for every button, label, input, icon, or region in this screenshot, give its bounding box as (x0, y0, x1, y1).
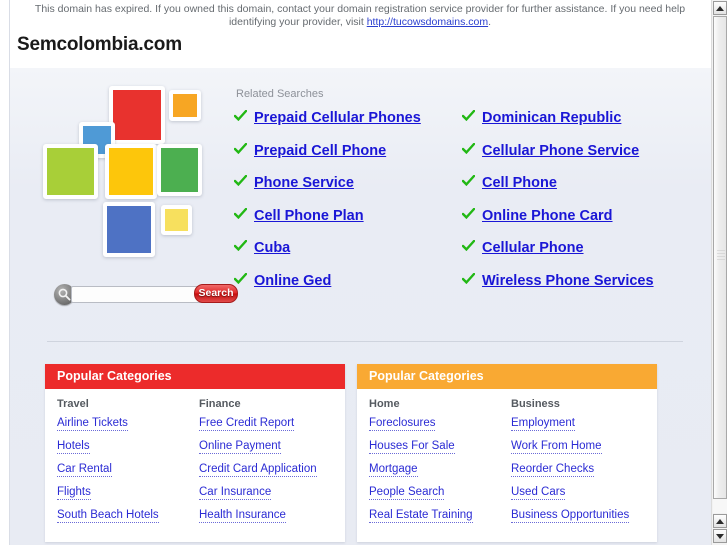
category-link[interactable]: Employment (511, 417, 575, 431)
related-link[interactable]: Prepaid Cellular Phones (254, 110, 421, 126)
related-link[interactable]: Online Ged (254, 273, 331, 289)
check-icon (234, 207, 247, 219)
related-item[interactable]: Phone Service (234, 175, 462, 194)
search-button[interactable]: Search (194, 284, 238, 303)
page-viewport: This domain has expired. If you owned th… (0, 0, 711, 545)
section-divider (47, 341, 683, 342)
check-icon (234, 240, 247, 251)
tile-green (157, 144, 202, 196)
scrollbar-grip (717, 249, 725, 261)
category-link[interactable]: Car Rental (57, 463, 112, 477)
check-icon (234, 142, 247, 154)
related-item[interactable]: Wireless Phone Services (462, 272, 690, 292)
related-item[interactable]: Prepaid Cellular Phones (234, 110, 462, 129)
site-header: Semcolombia.com (9, 30, 711, 68)
related-item[interactable]: Dominican Republic (462, 110, 690, 129)
check-icon (462, 240, 475, 251)
check-icon (462, 142, 475, 154)
related-item[interactable]: Online Phone Card (462, 207, 690, 227)
check-icon (462, 175, 475, 186)
tile-orange (169, 90, 201, 121)
related-item[interactable]: Cell Phone (462, 175, 690, 194)
tile-yellow (105, 144, 157, 199)
category-column: Business Employment Work From Home Reord… (511, 398, 653, 532)
category-link[interactable]: Real Estate Training (369, 509, 473, 523)
page-body: Related Searches Prepaid Cellular Phones… (9, 68, 711, 545)
category-heading: Business (511, 398, 560, 410)
category-link[interactable]: Credit Card Application (199, 463, 317, 477)
tucowsdomains-link[interactable]: http://tucowsdomains.com (367, 16, 488, 28)
category-link[interactable]: Health Insurance (199, 509, 286, 523)
page-title: Semcolombia.com (17, 34, 182, 55)
category-link[interactable]: Flights (57, 486, 91, 500)
related-column-left: Prepaid Cellular Phones Prepaid Cell Pho… (234, 110, 462, 305)
category-link[interactable]: Reorder Checks (511, 463, 595, 477)
scrollbar-thumb[interactable] (713, 16, 727, 499)
related-item[interactable]: Cellular Phone Service (462, 142, 690, 162)
category-heading: Travel (57, 398, 89, 410)
category-link[interactable]: Business Opportunities (511, 509, 630, 523)
check-icon (462, 272, 475, 284)
banner-text-after: . (488, 16, 492, 28)
related-link[interactable]: Cuba (254, 240, 290, 256)
check-icon (234, 175, 247, 186)
related-searches-section: Related Searches Prepaid Cellular Phones… (234, 88, 704, 305)
scroll-up-button[interactable] (713, 1, 727, 15)
category-link[interactable]: Mortgage (369, 463, 418, 477)
related-item[interactable]: Cellular Phone (462, 240, 690, 259)
search-bar: Search (54, 284, 240, 306)
related-item[interactable]: Online Ged (234, 272, 462, 292)
browser-page: This domain has expired. If you owned th… (0, 0, 727, 545)
category-link[interactable]: People Search (369, 486, 445, 500)
category-link[interactable]: South Beach Hotels (57, 509, 159, 523)
scroll-up-button-bottom[interactable] (713, 514, 727, 528)
popular-categories-box-left: Popular Categories Travel Airline Ticket… (45, 364, 345, 542)
category-heading: Finance (199, 398, 241, 410)
tile-lime (43, 144, 98, 199)
category-link[interactable]: Hotels (57, 440, 90, 454)
related-link[interactable]: Phone Service (254, 175, 354, 191)
category-link[interactable]: Online Payment (199, 440, 281, 454)
related-link[interactable]: Wireless Phone Services (482, 273, 654, 289)
related-item[interactable]: Prepaid Cell Phone (234, 142, 462, 162)
related-link[interactable]: Cellular Phone Service (482, 143, 639, 159)
check-icon (462, 110, 475, 121)
category-link[interactable]: Car Insurance (199, 486, 272, 500)
related-item[interactable]: Cell Phone Plan (234, 207, 462, 227)
related-column-right: Dominican Republic Cellular Phone Servic… (462, 110, 690, 305)
category-box-title: Popular Categories (357, 364, 657, 389)
domain-expired-banner: This domain has expired. If you owned th… (9, 0, 711, 30)
related-link[interactable]: Cell Phone Plan (254, 208, 364, 224)
category-link[interactable]: Work From Home (511, 440, 602, 454)
category-link[interactable]: Houses For Sale (369, 440, 455, 454)
related-searches-title: Related Searches (236, 88, 324, 100)
check-icon (234, 110, 247, 121)
category-column: Home Foreclosures Houses For Sale Mortga… (369, 398, 511, 532)
tile-pale-yellow (161, 205, 192, 235)
category-column: Finance Free Credit Report Online Paymen… (199, 398, 341, 532)
banner-text-before: This domain has expired. If you owned th… (34, 3, 686, 28)
related-link[interactable]: Dominican Republic (482, 110, 621, 126)
related-item[interactable]: Cuba (234, 240, 462, 259)
related-link[interactable]: Cellular Phone (482, 240, 584, 256)
check-icon (462, 207, 475, 219)
scroll-down-button[interactable] (713, 529, 727, 543)
related-link[interactable]: Prepaid Cell Phone (254, 143, 386, 159)
colored-squares-graphic (39, 84, 224, 274)
category-link[interactable]: Used Cars (511, 486, 566, 500)
left-gutter (0, 0, 10, 545)
related-link[interactable]: Online Phone Card (482, 208, 613, 224)
check-icon (234, 272, 247, 284)
related-link[interactable]: Cell Phone (482, 175, 557, 191)
category-column: Travel Airline Tickets Hotels Car Rental… (57, 398, 199, 532)
popular-categories-box-right: Popular Categories Home Foreclosures Hou… (357, 364, 657, 542)
tile-blue-large (103, 202, 155, 257)
tile-red (109, 86, 165, 144)
category-heading: Home (369, 398, 400, 410)
category-link[interactable]: Foreclosures (369, 417, 436, 431)
category-box-title: Popular Categories (45, 364, 345, 389)
vertical-scrollbar[interactable] (711, 0, 727, 545)
category-link[interactable]: Free Credit Report (199, 417, 295, 431)
category-link[interactable]: Airline Tickets (57, 417, 128, 431)
